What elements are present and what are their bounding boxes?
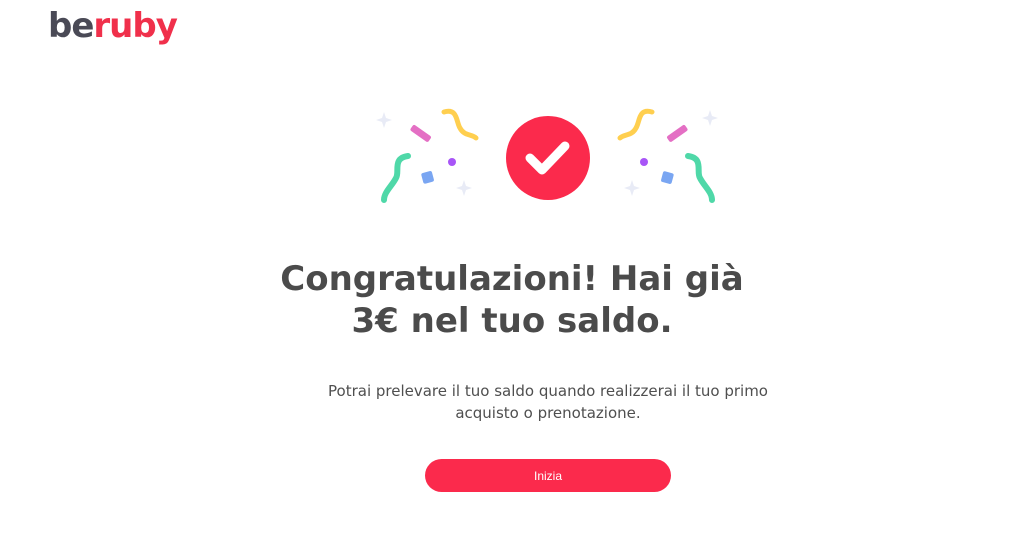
confetti-stick	[667, 125, 688, 142]
page-title: Congratulazioni! Hai già 3€ nel tuo sald…	[0, 258, 1024, 342]
sparkle-shape	[624, 180, 640, 196]
logo-text-be: be	[48, 6, 94, 46]
confetti-ribbon	[381, 153, 411, 203]
beruby-logo[interactable]: beruby	[48, 6, 178, 46]
confetti-dot	[448, 158, 456, 166]
logo-text-ruby: ruby	[93, 6, 177, 46]
confetti-icon	[376, 108, 718, 203]
celebration-illustration	[376, 108, 718, 203]
confetti-ribbon	[685, 153, 715, 203]
confetti-dot	[640, 158, 648, 166]
start-button[interactable]: Inizia	[425, 459, 671, 492]
confetti-stick	[410, 125, 431, 142]
page-subtitle: Potrai prelevare il tuo saldo quando rea…	[312, 380, 784, 424]
sparkle-shape	[702, 110, 718, 126]
sparkle-shape	[376, 112, 392, 128]
subtitle-line-2: acquisto o prenotazione.	[455, 404, 641, 422]
title-line-1: Congratulazioni! Hai già	[280, 259, 744, 299]
confetti-cube	[661, 171, 674, 184]
subtitle-line-1: Potrai prelevare il tuo saldo quando rea…	[328, 382, 768, 400]
confetti-ribbon	[441, 108, 479, 141]
title-line-2: 3€ nel tuo saldo.	[351, 301, 673, 341]
sparkle-shape	[456, 180, 472, 196]
confetti-cube	[421, 171, 434, 184]
confetti-ribbon	[617, 108, 655, 141]
